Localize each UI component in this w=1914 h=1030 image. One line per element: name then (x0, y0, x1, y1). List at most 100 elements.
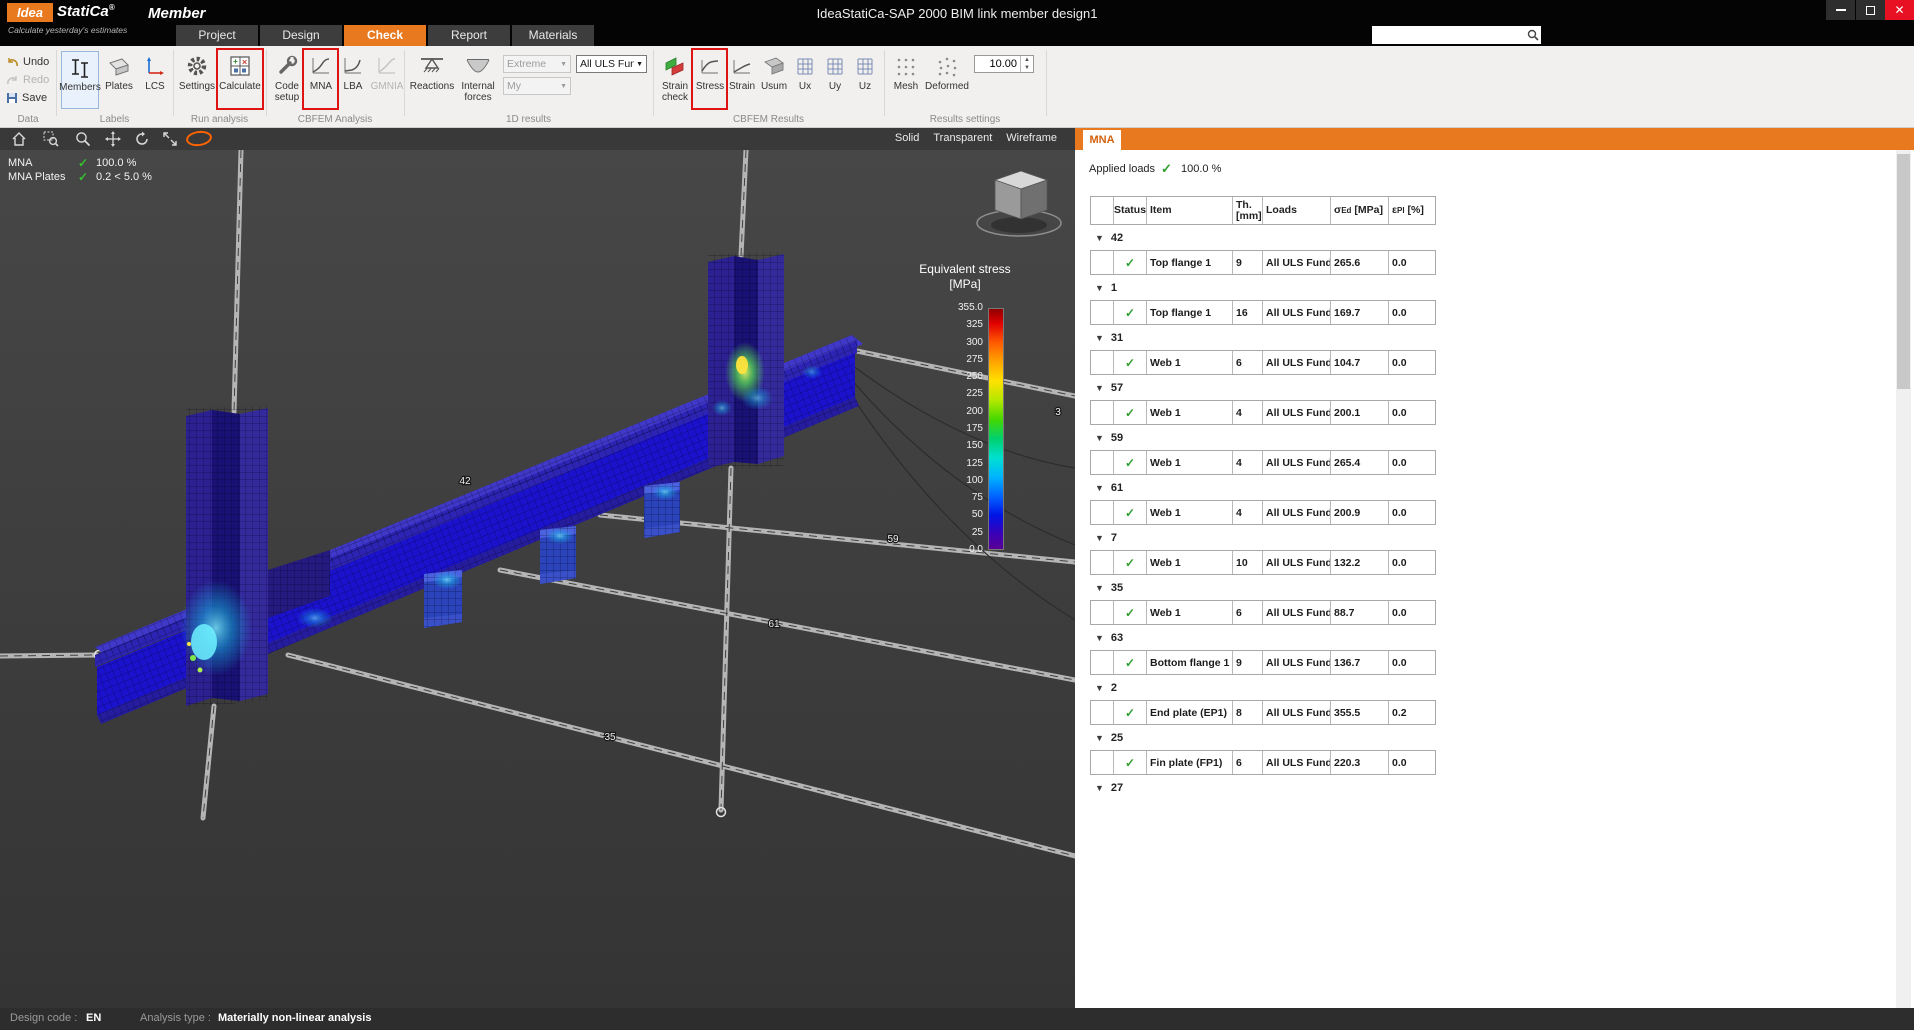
calculate-button[interactable]: +✕ Calculate (219, 51, 261, 109)
fit-view-icon[interactable] (161, 131, 179, 147)
group-row[interactable]: ▼59 (1090, 425, 1436, 450)
deformed-toggle-button[interactable]: Deformed (925, 51, 969, 109)
view-mode-solid[interactable]: Solid (895, 132, 919, 144)
stress-button[interactable]: Stress (695, 51, 725, 109)
usum-button[interactable]: Usum (758, 51, 790, 109)
table-row[interactable]: ✓Web 16All ULS Fund88.70.0 (1090, 600, 1436, 625)
table-row[interactable]: ✓Web 110All ULS Fund132.20.0 (1090, 550, 1436, 575)
strain-check-button[interactable]: Straincheck (657, 51, 693, 109)
group-row[interactable]: ▼63 (1090, 625, 1436, 650)
table-row[interactable]: ✓Top flange 19All ULS Fund265.60.0 (1090, 250, 1436, 275)
lcs-toggle-button[interactable]: LCS (139, 51, 171, 109)
collapse-icon[interactable]: ▼ (1095, 733, 1104, 743)
plates-icon (108, 53, 130, 79)
strain-button[interactable]: Strain (727, 51, 757, 109)
tab-project[interactable]: Project (176, 25, 258, 46)
pan-icon[interactable] (104, 131, 122, 147)
code-setup-button[interactable]: Codesetup (270, 51, 304, 109)
save-button[interactable]: Save (6, 90, 47, 106)
tab-report[interactable]: Report (428, 25, 510, 46)
mesh-toggle-button[interactable]: Mesh (889, 51, 923, 109)
settings-button[interactable]: Settings (177, 51, 217, 109)
uy-button[interactable]: Uy (822, 51, 848, 109)
tab-design[interactable]: Design (260, 25, 342, 46)
group-row[interactable]: ▼35 (1090, 575, 1436, 600)
group-row[interactable]: ▼42 (1090, 225, 1436, 250)
viewport-3d[interactable]: 42 59 61 35 3 MNA✓100.0 %MNA Plates✓0.2 … (0, 150, 1075, 1008)
search-icon[interactable] (1525, 27, 1541, 43)
tab-materials[interactable]: Materials (512, 25, 594, 46)
extreme-dropdown[interactable]: Extreme ▼ (503, 55, 571, 73)
scrollbar-thumb[interactable] (1897, 154, 1910, 389)
reactions-button[interactable]: Reactions (409, 51, 455, 109)
rotate-icon[interactable] (133, 131, 151, 147)
deformed-scale-input[interactable] (975, 56, 1020, 72)
table-row[interactable]: ✓Bottom flange 19All ULS Fund136.70.0 (1090, 650, 1436, 675)
collapse-icon[interactable]: ▼ (1095, 433, 1104, 443)
group-row[interactable]: ▼1 (1090, 275, 1436, 300)
group-row[interactable]: ▼7 (1090, 525, 1436, 550)
logo-tagline: Calculate yesterday's estimates (8, 25, 127, 35)
navigation-cube[interactable] (977, 171, 1061, 236)
collapse-icon[interactable]: ▼ (1095, 483, 1104, 493)
group-row[interactable]: ▼25 (1090, 725, 1436, 750)
collapse-icon[interactable]: ▼ (1095, 583, 1104, 593)
group-row[interactable]: ▼31 (1090, 325, 1436, 350)
ux-button[interactable]: Ux (792, 51, 818, 109)
deformed-scale-stepper[interactable]: ▲▼ (974, 55, 1034, 73)
collapse-icon[interactable]: ▼ (1095, 283, 1104, 293)
lba-button[interactable]: LBA (338, 51, 368, 109)
home-view-icon[interactable] (10, 131, 28, 147)
search-input[interactable] (1372, 27, 1525, 43)
members-toggle-button[interactable]: Members (61, 51, 99, 109)
plates-toggle-button[interactable]: Plates (101, 51, 137, 109)
panel-scrollbar[interactable] (1896, 150, 1911, 1008)
stepper-arrows[interactable]: ▲▼ (1020, 56, 1033, 72)
close-button[interactable]: ✕ (1885, 0, 1914, 20)
zoom-icon[interactable] (74, 131, 92, 147)
collapse-icon[interactable]: ▼ (1095, 533, 1104, 543)
view-mode-transparent[interactable]: Transparent (933, 132, 992, 144)
group-row[interactable]: ▼27 (1090, 775, 1436, 800)
zoom-window-icon[interactable] (42, 131, 60, 147)
step-down-icon[interactable]: ▼ (1021, 64, 1033, 72)
collapse-icon[interactable]: ▼ (1095, 783, 1104, 793)
collapse-icon[interactable]: ▼ (1095, 383, 1104, 393)
collapse-icon[interactable]: ▼ (1095, 333, 1104, 343)
collapse-icon[interactable]: ▼ (1095, 633, 1104, 643)
group-row[interactable]: ▼61 (1090, 475, 1436, 500)
group-row[interactable]: ▼2 (1090, 675, 1436, 700)
step-up-icon[interactable]: ▲ (1021, 56, 1033, 64)
load-combination-dropdown[interactable]: All ULS Fund ▼ (576, 55, 647, 73)
wrench-icon (276, 53, 298, 79)
gmnia-button[interactable]: GMNIA (369, 51, 405, 109)
minimize-button[interactable] (1826, 0, 1855, 20)
item-cell: Web 1 (1146, 551, 1232, 574)
tab-mna-results[interactable]: MNA (1083, 130, 1121, 150)
table-row[interactable]: ✓End plate (EP1)8All ULS Fund355.50.2 (1090, 700, 1436, 725)
collapse-icon[interactable]: ▼ (1095, 683, 1104, 693)
tab-check[interactable]: Check (344, 25, 426, 46)
eps-cell: 0.0 (1388, 251, 1433, 274)
status-check-icon: ✓ (1113, 401, 1146, 424)
table-row[interactable]: ✓Top flange 116All ULS Fund169.70.0 (1090, 300, 1436, 325)
redo-button[interactable]: Redo (6, 72, 49, 88)
group-row[interactable]: ▼57 (1090, 375, 1436, 400)
table-row[interactable]: ✓Web 16All ULS Fund104.70.0 (1090, 350, 1436, 375)
uz-button[interactable]: Uz (852, 51, 878, 109)
item-cell: Web 1 (1146, 351, 1232, 374)
table-row[interactable]: ✓Fin plate (FP1)6All ULS Fund220.30.0 (1090, 750, 1436, 775)
item-cell: Web 1 (1146, 501, 1232, 524)
table-row[interactable]: ✓Web 14All ULS Fund265.40.0 (1090, 450, 1436, 475)
search-box[interactable] (1372, 26, 1541, 44)
check-icon: ✓ (78, 170, 96, 184)
undo-button[interactable]: Undo (6, 54, 49, 70)
table-row[interactable]: ✓Web 14All ULS Fund200.90.0 (1090, 500, 1436, 525)
mna-button[interactable]: MNA (306, 51, 336, 109)
my-dropdown[interactable]: My ▼ (503, 77, 571, 95)
maximize-button[interactable] (1856, 0, 1885, 20)
collapse-icon[interactable]: ▼ (1095, 233, 1104, 243)
table-row[interactable]: ✓Web 14All ULS Fund200.10.0 (1090, 400, 1436, 425)
view-mode-wireframe[interactable]: Wireframe (1006, 132, 1057, 144)
internal-forces-button[interactable]: Internalforces (457, 51, 499, 109)
